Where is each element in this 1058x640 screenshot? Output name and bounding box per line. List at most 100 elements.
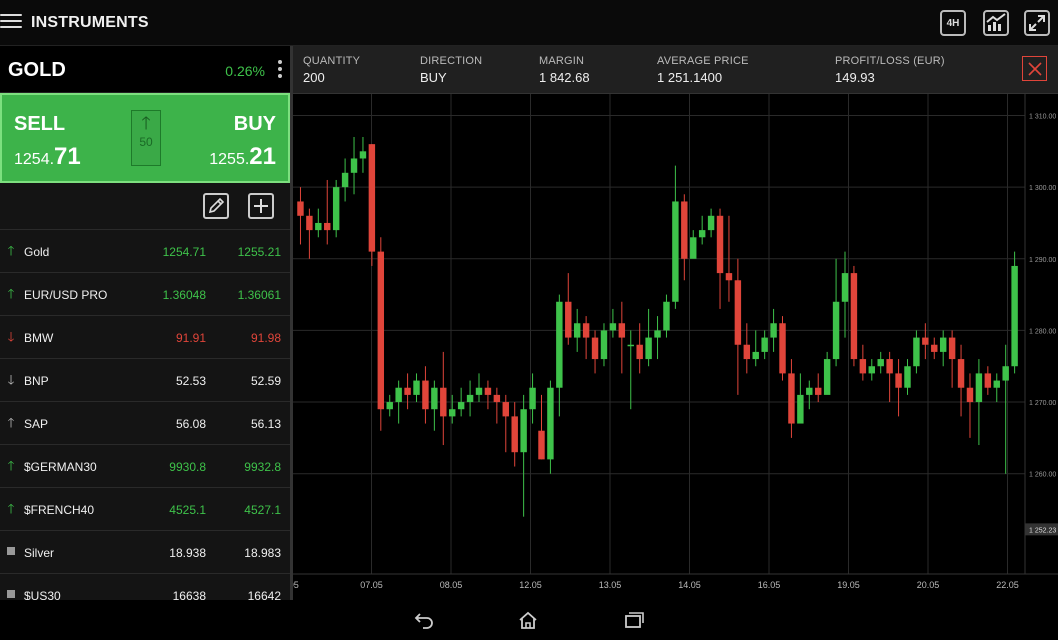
candle-body [368,144,376,252]
margin-label: MARGIN [539,55,585,67]
sell-price-big: 71 [54,143,81,170]
candle-body [484,387,492,395]
sell-price[interactable]: 1254.71 [14,143,81,171]
arrow-down-icon: 🡓 [7,372,15,387]
candle-body [475,387,483,395]
candle-body [547,387,554,460]
candle-body [904,366,911,388]
system-nav-bar [0,600,1058,640]
y-tick-label: 1 290.00 [1029,257,1056,264]
candle-body [332,187,340,231]
instrument-row[interactable]: $US30 16638 16642 [0,574,290,600]
instrument-row[interactable]: 🡑 Gold 1254.71 1255.21 [0,230,290,273]
candle-body [556,301,563,388]
chart-type-icon[interactable] [983,10,1009,36]
more-options-icon[interactable] [278,60,282,80]
quantity-label: QUANTITY [303,55,361,67]
instrument-row-bid: 91.91 [175,331,206,345]
instrument-row[interactable]: 🡑 $FRENCH40 4525.1 4527.1 [0,488,290,531]
buy-button[interactable]: BUY [234,113,276,136]
instrument-row[interactable]: 🡓 BNP 52.53 52.59 [0,359,290,402]
candle-body [324,222,331,231]
buy-price-main: 1255. [209,151,250,168]
candle-body [734,280,742,345]
edit-icon[interactable] [203,193,229,219]
candle-body [538,430,545,460]
candle-body [359,151,367,159]
instrument-list: 🡑 Gold 1254.71 1255.21 🡑 EUR/USD PRO 1.36048 1.… [0,230,290,600]
square-icon [5,586,17,600]
candle-body [672,201,679,302]
candle-body [752,351,759,360]
candle-body [913,337,920,367]
position-bar: QUANTITY 200 DIRECTION BUY MARGIN 1 842.… [293,46,1058,94]
candle-body [582,323,590,338]
candle-body [663,301,670,331]
candle-body [1002,366,1009,381]
sell-button[interactable]: SELL [14,113,65,136]
x-tick-label: 22.05 [996,580,1019,590]
buy-price[interactable]: 1255.21 [209,143,276,171]
candle-body [984,373,992,388]
candle-body [975,373,983,403]
recents-icon[interactable] [622,609,646,631]
arrow-up-icon: 🡑 [7,501,15,516]
back-icon[interactable] [412,609,436,631]
candle-body [832,301,840,360]
timeframe-button[interactable]: 4H [940,10,966,36]
instrument-row[interactable]: 🡑 EUR/USD PRO 1.36048 1.36061 [0,273,290,316]
home-icon[interactable] [516,609,540,631]
instrument-panel: GOLD 0.26% SELL 1254.71 🡑 50 BUY 1255.21… [0,46,290,600]
instrument-change: 0.26% [225,63,265,79]
candle-body [716,215,724,274]
candle-body [895,373,902,388]
candle-body [315,222,322,231]
close-position-button[interactable] [1022,56,1047,81]
candle-body [725,273,733,281]
candle-body [681,201,688,259]
candle-body [350,158,358,173]
candle-body [449,409,456,417]
x-tick-label: 16.05 [758,580,781,590]
menu-icon[interactable] [0,14,22,32]
candlestick-chart: 1 310.00 1 300.00 1 290.00 1 280.00 1 270.00… [293,94,1058,590]
instrument-row-ask: 18.983 [244,546,281,560]
candle-body [698,230,706,238]
candle-body [431,387,438,410]
direction-value: BUY [420,70,447,85]
candle-body [377,251,385,410]
instrument-row-bid: 52.53 [175,374,206,388]
instrument-row-ask: 1.36061 [237,288,281,302]
y-tick-label: 1 260.00 [1029,472,1056,479]
candle-body [850,273,858,360]
instrument-row[interactable]: 🡑 $GERMAN30 9930.8 9932.8 [0,445,290,488]
x-tick-label: 08.05 [440,580,463,590]
instrument-row[interactable]: Silver 18.938 18.983 [0,531,290,574]
candle-body [948,337,956,360]
y-tick-label: 1 280.00 [1029,328,1056,335]
sell-price-main: 1254. [14,151,55,168]
instrument-row-ask: 91.98 [250,331,281,345]
instrument-row[interactable]: 🡑 SAP 56.08 56.13 [0,402,290,445]
y-tick-label: 1 310.00 [1029,113,1056,120]
candle-body [341,172,349,188]
instrument-row-ask: 9932.8 [244,460,281,474]
fullscreen-icon[interactable] [1024,10,1050,36]
margin-field: MARGIN 1 842.68 [539,55,590,85]
instrument-row-bid: 16638 [172,589,206,600]
x-tick-label: 19.05 [837,580,860,590]
instrument-row[interactable]: 🡓 BMW 91.91 91.98 [0,316,290,359]
candle-body [806,387,813,395]
y-tick-label: 1 270.00 [1029,400,1056,407]
add-icon[interactable] [248,193,274,219]
instrument-row-name: Silver [24,546,55,560]
candle-body [395,387,402,403]
price-chart[interactable]: 1 310.00 1 300.00 1 290.00 1 280.00 1 270.00… [293,94,1058,600]
arrow-down-icon: 🡓 [7,329,15,344]
average-price-value: 1 251.1400 [657,70,723,85]
instrument-row-bid: 4525.1 [169,503,206,517]
instrument-row-name: SAP [24,417,49,431]
candle-body [841,273,849,302]
candle-body [957,359,965,388]
instrument-row-ask: 16642 [247,589,281,600]
